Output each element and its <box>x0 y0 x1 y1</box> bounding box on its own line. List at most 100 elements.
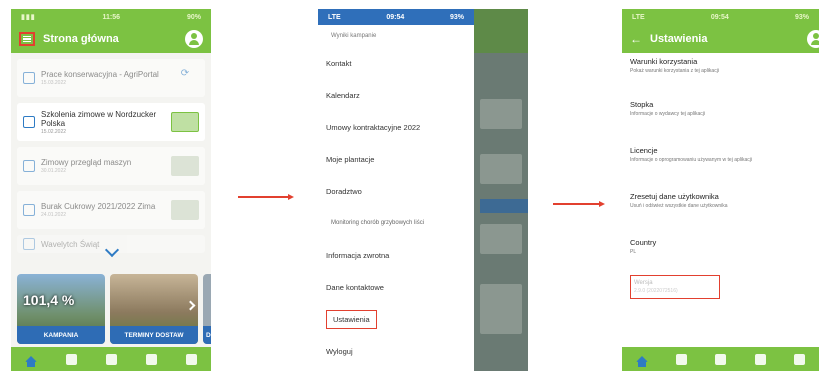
item-date: 15.03.2022 <box>41 80 67 86</box>
status-bar: LTE 09:54 93% <box>622 9 819 25</box>
item-title: Szkolenia zimowe w Nordzucker Polska <box>41 109 157 128</box>
status-time: 09:54 <box>710 13 729 21</box>
tile-label: DOS <box>203 326 211 344</box>
menu-item-kontakt[interactable]: Kontakt <box>318 47 474 79</box>
laptop-thumbnail <box>171 112 199 132</box>
document-icon <box>23 72 35 84</box>
account-icon[interactable] <box>185 30 203 48</box>
menu-item-doradztwo[interactable]: Doradztwo <box>318 175 474 207</box>
item-date: 15.02.2022 <box>41 128 67 135</box>
setting-licenses[interactable]: Licencje Informacje o oprogramowaniu uży… <box>630 131 811 177</box>
setting-title: Zresetuj dane użytkownika <box>630 191 719 201</box>
list-item[interactable]: Burak Cukrowy 2021/2022 Zima 24.01.2022 <box>17 191 205 229</box>
menu-item-moje-plantacje[interactable]: Moje plantacje <box>318 143 474 175</box>
document-icon <box>23 204 35 216</box>
list-item[interactable]: Szkolenia zimowe w Nordzucker Polska 15.0… <box>17 103 205 141</box>
setting-terms[interactable]: Warunki korzystania Pokaż warunki korzys… <box>630 57 811 85</box>
setting-title: Stopka <box>630 99 654 109</box>
menu-item-label: Doradztwo <box>326 186 362 196</box>
list-item[interactable]: Zimowy przegląd maszyn 30.01.2022 <box>17 147 205 185</box>
setting-title: Licencje <box>630 145 658 155</box>
battery-level: 93% <box>794 13 809 21</box>
screen-home: ▮▮▮ 11:56 90% Strona główna Prace konser… <box>11 9 211 371</box>
menu-item-label: Monitoring chorób grzybowych liści <box>331 220 425 226</box>
bottom-nav <box>622 347 819 371</box>
screen-settings: LTE 09:54 93% ← Ustawienia Warunki korzy… <box>622 9 819 371</box>
tile-carousel: 101,4 % KAMPANIA TERMINY DOSTAW DOS <box>17 274 211 344</box>
tile-partial[interactable]: DOS <box>203 274 211 344</box>
menu-item-monitoring[interactable]: Monitoring chorób grzybowych liści <box>318 207 474 239</box>
item-date: 30.01.2022 <box>41 168 67 174</box>
status-bar: LTE 09:54 93% <box>318 9 474 25</box>
menu-item-ustawienia[interactable]: Ustawienia <box>318 303 474 335</box>
menu-item-label: Wyniki kampanie <box>331 33 377 39</box>
version-title: Wersja <box>634 280 653 286</box>
signal-icon: ▮▮▮ <box>21 14 36 21</box>
page-title: Ustawienia <box>650 33 708 45</box>
menu-item-wyniki-kampanie[interactable]: Wyniki kampanie <box>318 25 474 47</box>
status-time: 11:56 <box>102 13 121 21</box>
menu-item-kalendarz[interactable]: Kalendarz <box>318 79 474 111</box>
flow-arrow-head <box>288 193 294 200</box>
setting-subtitle: Pokaż warunki korzystania z tej aplikacj… <box>630 68 719 74</box>
item-thumbnail <box>171 200 199 220</box>
tile-terminy-dostaw[interactable]: TERMINY DOSTAW <box>110 274 198 344</box>
dimmed-background <box>474 9 528 371</box>
calendar-icon[interactable] <box>105 353 117 365</box>
setting-subtitle: Informacje o wydawcy tej aplikacji <box>630 110 706 117</box>
flow-arrow-line <box>553 203 601 205</box>
setting-reset-user-data[interactable]: Zresetuj dane użytkownika Usuń i odśwież… <box>630 177 811 223</box>
setting-title: Warunki korzystania <box>630 57 698 66</box>
setting-subtitle: Usuń i odśwież wszystkie dane użytkownik… <box>630 202 728 209</box>
status-carrier: LTE <box>632 13 645 21</box>
plantation-icon[interactable] <box>793 353 805 365</box>
flow-arrow-line <box>238 196 290 198</box>
home-icon[interactable] <box>25 356 38 367</box>
screen-menu: LTE 09:54 93% Wyniki kampanie Kontakt Ka… <box>318 9 528 371</box>
navigation-drawer: Wyniki kampanie Kontakt Kalendarz Umowy … <box>318 25 474 371</box>
setting-subtitle: Informacje o oprogramowaniu używanym w t… <box>630 156 752 163</box>
flow-arrow-head <box>599 200 605 207</box>
news-icon[interactable] <box>676 353 688 365</box>
calendar-icon[interactable] <box>715 353 727 365</box>
share-icon: ⟳ <box>180 68 190 79</box>
document-icon <box>23 116 35 128</box>
battery-level: 93% <box>449 13 464 21</box>
app-header: Strona główna <box>11 25 211 53</box>
menu-item-wyloguj[interactable]: Wyloguj <box>318 335 474 367</box>
contacts-icon[interactable] <box>145 353 157 365</box>
menu-item-dane-kontaktowe[interactable]: Dane kontaktowe <box>318 271 474 303</box>
menu-item-label: Umowy kontraktacyjne 2022 <box>326 122 421 132</box>
chevron-right-icon[interactable] <box>185 300 196 311</box>
version-value: 2.9.0 (2022072516) <box>634 288 678 294</box>
home-icon[interactable] <box>636 356 649 367</box>
account-icon[interactable] <box>807 30 819 48</box>
item-thumbnail <box>171 156 199 176</box>
menu-item-umowy[interactable]: Umowy kontraktacyjne 2022 <box>318 111 474 143</box>
setting-country[interactable]: Country PL <box>630 223 811 269</box>
list-item[interactable]: Prace konserwacyjna - AgriPortal 15.03.20… <box>17 59 205 97</box>
item-date: 24.01.2022 <box>41 212 67 218</box>
setting-subtitle: PL <box>630 248 637 255</box>
menu-item-label: Informacja zwrotna <box>326 250 390 260</box>
menu-icon[interactable] <box>19 32 35 46</box>
contacts-icon[interactable] <box>754 353 766 365</box>
menu-item-informacja-zwrotna[interactable]: Informacja zwrotna <box>318 239 474 271</box>
plantation-icon[interactable] <box>185 353 197 365</box>
battery-level: 90% <box>186 13 201 21</box>
item-title: Prace konserwacyjna - AgriPortal <box>41 70 159 79</box>
item-title: Wavelytch Świąt <box>41 239 100 249</box>
document-icon <box>23 160 35 172</box>
back-arrow-icon[interactable]: ← <box>630 32 642 46</box>
item-title: Zimowy przegląd maszyn <box>41 158 132 167</box>
menu-item-label: Moje plantacje <box>326 154 375 164</box>
menu-item-label: Kontakt <box>326 58 352 68</box>
menu-item-label: Dane kontaktowe <box>326 282 384 292</box>
news-list: Prace konserwacyjna - AgriPortal 15.03.20… <box>17 59 205 259</box>
menu-item-label: Kalendarz <box>326 90 360 100</box>
status-carrier: LTE <box>328 13 341 21</box>
news-icon[interactable] <box>66 353 78 365</box>
tile-kampania[interactable]: 101,4 % KAMPANIA <box>17 274 105 344</box>
setting-footer[interactable]: Stopka Informacje o wydawcy tej aplikacj… <box>630 85 811 131</box>
item-title: Burak Cukrowy 2021/2022 Zima <box>41 202 156 211</box>
